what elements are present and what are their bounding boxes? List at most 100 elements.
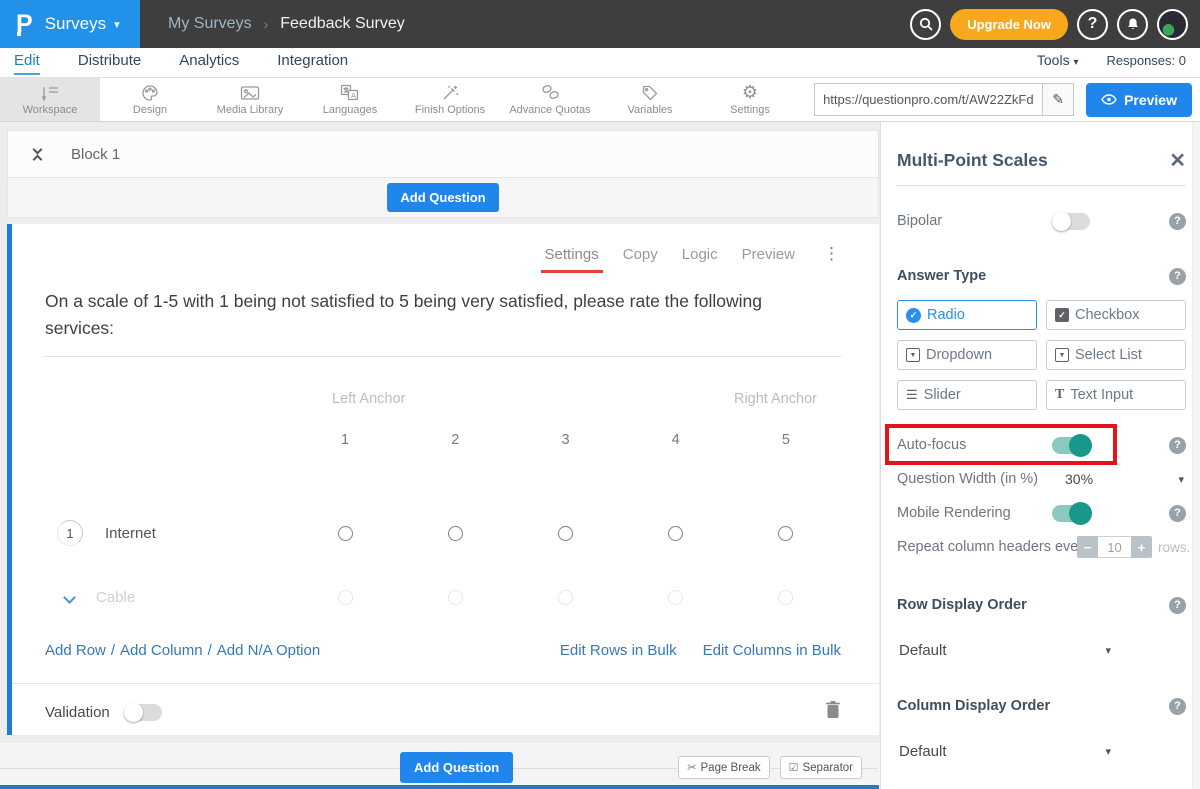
column-header[interactable]: 1 (290, 432, 400, 448)
question-card: Settings Copy Logic Preview ⋮ On a scale… (7, 224, 879, 735)
validation-label: Validation (45, 704, 110, 721)
left-anchor-label[interactable]: Left Anchor (332, 391, 405, 407)
survey-url-input[interactable] (814, 83, 1042, 116)
add-question-button-bottom[interactable]: Add Question (400, 752, 513, 783)
notifications-button[interactable] (1117, 9, 1148, 40)
radio-button[interactable] (668, 590, 683, 605)
breadcrumb-my-surveys[interactable]: My Surveys (168, 15, 252, 33)
page-break-button[interactable]: ✂ Page Break (678, 756, 769, 779)
column-header[interactable]: 2 (400, 432, 510, 448)
edit-url-button[interactable]: ✎ (1042, 83, 1074, 116)
radio-button[interactable] (558, 590, 573, 605)
preview-button[interactable]: Preview (1086, 83, 1192, 117)
question-tab-copy[interactable]: Copy (623, 246, 658, 263)
validation-toggle[interactable] (124, 704, 162, 721)
more-options-icon[interactable]: ⋮ (823, 244, 841, 264)
question-width-value[interactable]: 30% (1065, 471, 1093, 487)
answer-type-radio[interactable]: ✓ Radio (897, 300, 1037, 330)
close-icon[interactable]: ✕ (1169, 151, 1186, 171)
chevron-down-icon: ▾ (1105, 644, 1111, 657)
separator-button[interactable]: ☑ Separator (780, 756, 862, 779)
mobile-rendering-label: Mobile Rendering (897, 505, 1011, 521)
question-tab-logic[interactable]: Logic (682, 246, 718, 263)
row-drag-handle[interactable]: 1 (57, 520, 83, 546)
responses-count[interactable]: Responses: 0 (1107, 53, 1187, 68)
answer-type-text-input[interactable]: T Text Input (1046, 380, 1186, 410)
toolbar-tab-settings[interactable]: ⚙ Settings (700, 78, 800, 121)
next-block-edge (0, 785, 879, 789)
tools-menu[interactable]: Tools ▾ (1037, 52, 1079, 68)
help-icon[interactable]: ? (1169, 437, 1186, 454)
help-icon[interactable]: ? (1169, 698, 1186, 715)
toolbar-tab-languages[interactable]: A Languages (300, 78, 400, 121)
right-anchor-label[interactable]: Right Anchor (734, 391, 817, 407)
question-width-label: Question Width (in %) (897, 471, 1038, 487)
help-button[interactable]: ? (1077, 9, 1108, 40)
increment-button[interactable]: + (1131, 536, 1152, 558)
delete-question-button[interactable] (825, 700, 841, 724)
radio-button[interactable] (558, 526, 573, 541)
column-header[interactable]: 5 (731, 432, 841, 448)
upgrade-now-button[interactable]: Upgrade Now (950, 9, 1068, 40)
mobile-rendering-row: Mobile Rendering ? (897, 502, 1186, 524)
help-icon[interactable]: ? (1169, 597, 1186, 614)
bipolar-toggle[interactable] (1052, 213, 1090, 230)
help-icon[interactable]: ? (1169, 268, 1186, 285)
help-icon[interactable]: ? (1169, 505, 1186, 522)
edit-columns-bulk-link[interactable]: Edit Columns in Bulk (703, 642, 841, 659)
add-question-button-top[interactable]: Add Question (387, 183, 498, 212)
add-na-option-link[interactable]: Add N/A Option (217, 642, 320, 659)
answer-type-dropdown[interactable]: ▼ Dropdown (897, 340, 1037, 370)
edit-rows-bulk-link[interactable]: Edit Rows in Bulk (560, 642, 677, 659)
checked-box-icon: ☑ (789, 761, 799, 774)
radio-button[interactable] (778, 526, 793, 541)
add-column-link[interactable]: Add Column (120, 642, 203, 659)
radio-button[interactable] (448, 526, 463, 541)
answer-type-select-list[interactable]: ▼ Select List (1046, 340, 1186, 370)
question-tab-settings[interactable]: Settings (545, 246, 599, 263)
toolbar-tab-finish-options[interactable]: Finish Options (400, 78, 500, 121)
help-icon[interactable]: ? (1169, 213, 1186, 230)
collapse-block-icon[interactable] (34, 146, 41, 163)
toolbar-tab-design[interactable]: Design (100, 78, 200, 121)
chevron-down-icon[interactable] (63, 591, 76, 604)
column-display-order-row: Column Display Order ? (897, 695, 1186, 717)
radio-button[interactable] (338, 526, 353, 541)
question-text[interactable]: On a scale of 1-5 with 1 being not satis… (45, 288, 815, 342)
scrollbar[interactable] (1192, 122, 1200, 789)
answer-type-label: Checkbox (1075, 307, 1139, 323)
tab-distribute[interactable]: Distribute (78, 52, 141, 73)
toolbar-tab-workspace[interactable]: Workspace (0, 78, 100, 121)
tab-integration[interactable]: Integration (277, 52, 348, 73)
add-row-link[interactable]: Add Row (45, 642, 106, 659)
answer-type-label: Text Input (1070, 387, 1133, 403)
autofocus-toggle[interactable] (1052, 437, 1090, 454)
column-header[interactable]: 4 (621, 432, 731, 448)
answer-type-slider[interactable]: ☰ Slider (897, 380, 1037, 410)
radio-button[interactable] (668, 526, 683, 541)
radio-button[interactable] (778, 590, 793, 605)
chevron-down-icon[interactable]: ▾ (1178, 473, 1184, 486)
matrix-row-cable: Cable (45, 582, 841, 612)
column-header[interactable]: 3 (510, 432, 620, 448)
decrement-button[interactable]: − (1077, 536, 1098, 558)
toolbar-tab-media-library[interactable]: Media Library (200, 78, 300, 121)
avatar[interactable] (1157, 9, 1188, 40)
column-display-order-select[interactable]: Default ▾ (899, 743, 1111, 760)
row-label[interactable]: Cable (96, 589, 135, 606)
bipolar-label: Bipolar (897, 213, 942, 229)
row-display-order-select[interactable]: Default ▾ (899, 642, 1111, 659)
mobile-rendering-toggle[interactable] (1052, 505, 1090, 522)
question-tab-preview[interactable]: Preview (742, 246, 795, 263)
toolbar-tab-advance-quotas[interactable]: Advance Quotas (500, 78, 600, 121)
product-switcher[interactable]: P Surveys ▾ (0, 0, 140, 48)
toolbar-tab-variables[interactable]: Variables (600, 78, 700, 121)
radio-button[interactable] (448, 590, 463, 605)
search-button[interactable] (910, 9, 941, 40)
radio-button[interactable] (338, 590, 353, 605)
tab-analytics[interactable]: Analytics (179, 52, 239, 73)
tab-edit[interactable]: Edit (14, 52, 40, 75)
repeat-headers-value[interactable]: 10 (1098, 536, 1131, 558)
answer-type-checkbox[interactable]: ✓ Checkbox (1046, 300, 1186, 330)
row-label[interactable]: Internet (105, 525, 156, 542)
